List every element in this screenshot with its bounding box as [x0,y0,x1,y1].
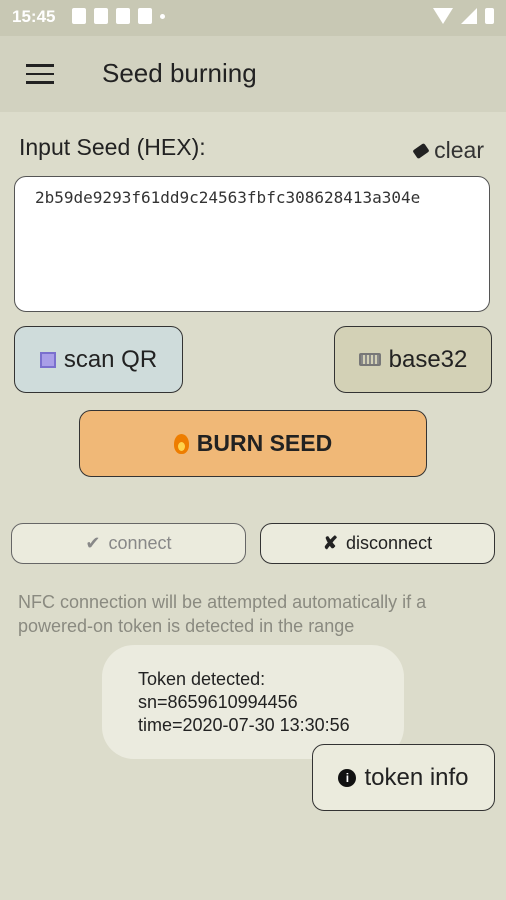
cross-icon: ✘ [322,533,339,553]
token-info-label: token info [364,763,469,791]
info-icon: i [338,768,357,787]
clear-label: clear [434,137,484,163]
token-toast: Token detected: sn=8659610994456 time=20… [102,645,404,759]
system-icons [433,8,494,24]
scan-qr-button[interactable]: scan QR [14,326,183,393]
sim-icon [94,8,108,24]
seed-input-field[interactable]: 2b59de9293f61dd9c24563fbfc308628413a304e [14,176,490,312]
battery-icon [485,8,494,24]
notification-icons [72,8,165,24]
menu-icon[interactable] [26,64,54,84]
signal-icon [461,8,477,24]
wifi-icon [433,8,453,24]
sd-card-icon [138,8,152,24]
connect-label: connect [108,533,172,553]
toast-line-title: Token detected: [138,669,266,689]
fire-icon [173,433,189,454]
burn-seed-button[interactable]: BURN SEED [79,410,427,477]
base32-label: base32 [388,345,468,373]
qr-code-icon [39,351,56,368]
clear-button[interactable]: clear [412,137,484,164]
nfc-info-text: NFC connection will be attempted automat… [18,592,427,636]
page-title: Seed burning [102,58,257,88]
seed-input-label: Input Seed (HEX): [19,134,206,160]
base32-button[interactable]: base32 [334,326,492,393]
eraser-icon [412,142,430,159]
toast-line-time: time=2020-07-30 13:30:56 [138,715,350,735]
status-time: 15:45 [12,7,56,26]
disconnect-label: disconnect [346,533,433,553]
app-bar: Seed burning [0,36,506,112]
more-dot-icon [160,14,165,19]
image-icon [72,8,86,24]
connect-button[interactable]: ✔ connect [11,523,246,564]
disconnect-button[interactable]: ✘ disconnect [260,523,495,564]
burn-seed-label: BURN SEED [196,430,333,456]
person-icon [116,8,130,24]
token-info-button[interactable]: i token info [312,744,495,811]
keyboard-icon [358,353,381,366]
scan-qr-label: scan QR [63,345,158,373]
seed-value: 2b59de9293f61dd9c24563fbfc308628413a304e [35,188,421,207]
toast-line-sn: sn=8659610994456 [138,692,298,712]
check-icon: ✔ [85,533,101,553]
status-bar: 15:45 [0,0,506,36]
